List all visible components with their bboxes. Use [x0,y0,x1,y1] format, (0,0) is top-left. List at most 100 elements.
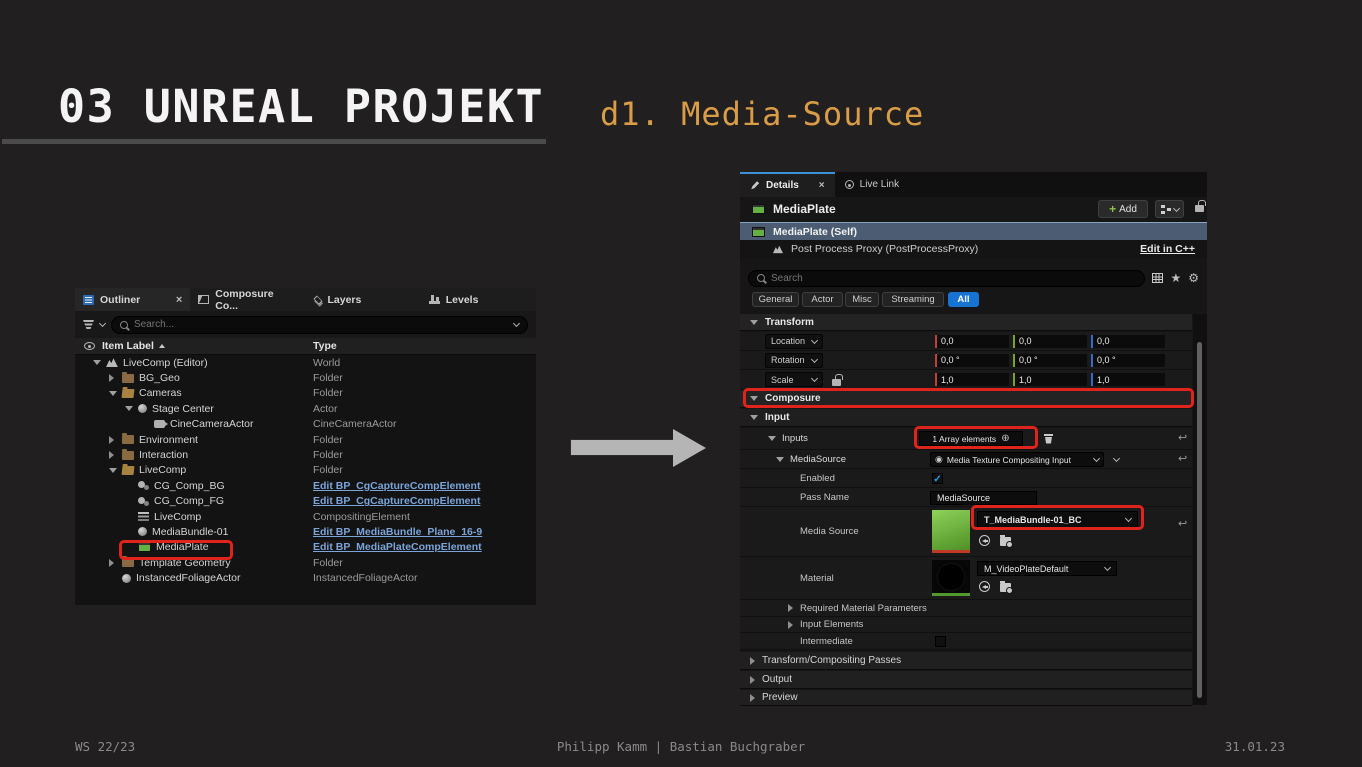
table-row[interactable]: InteractionFolder [75,447,536,462]
scale-axis-dropdown[interactable]: Scale [765,372,823,387]
section-transform[interactable]: Transform [740,314,1192,331]
table-row[interactable]: MediaBundle-01Edit BP_MediaBundle_Plane_… [75,524,536,539]
expand-arrow-icon[interactable] [768,436,776,441]
expand-arrow-icon[interactable] [109,374,117,382]
item-type[interactable]: Edit BP_CgCaptureCompElement [313,480,480,492]
scale-y-field[interactable]: 1,0 [1013,373,1087,386]
browse-to-asset-icon[interactable] [1000,583,1011,592]
reset-icon[interactable]: ↩ [1178,519,1187,530]
table-row[interactable]: Template GeometryFolder [75,555,536,570]
item-type[interactable]: Edit BP_MediaBundle_Plane_16-9 [313,526,482,538]
settings-gear-icon[interactable]: ⚙ [1188,272,1199,284]
tab-live-link[interactable]: Live Link [835,172,909,197]
row-required-material-parameters[interactable]: Required Material Parameters [740,600,1192,617]
expand-arrow-icon[interactable] [93,360,101,365]
section-composure[interactable]: Composure [740,390,1192,408]
table-row[interactable]: LiveCompFolder [75,463,536,478]
eye-icon[interactable] [84,342,95,350]
mediasource-type-dropdown[interactable]: ◉ Media Texture Compositing Input [930,452,1104,467]
rotation-y-field[interactable]: 0,0 ° [1013,354,1087,367]
expand-arrow-icon[interactable] [125,406,133,411]
expand-arrow-icon[interactable] [109,391,117,396]
details-search-input[interactable] [771,273,1136,284]
table-row[interactable]: CG_Comp_BGEdit BP_CgCaptureCompElement [75,478,536,493]
filter-chevron-icon[interactable] [99,320,106,327]
expand-arrow-icon[interactable] [109,559,117,567]
expand-arrow-icon[interactable] [788,621,793,629]
media-source-thumbnail[interactable] [932,510,970,553]
section-input[interactable]: Input [740,409,1192,427]
array-elements-field[interactable]: 1 Array elements ⊕ [919,431,1023,446]
tab-details[interactable]: Details × [740,172,835,197]
location-z-field[interactable]: 0,0 [1091,335,1165,348]
expand-arrow-icon[interactable] [109,451,117,459]
details-search-box[interactable] [748,270,1145,287]
table-row[interactable]: EnvironmentFolder [75,432,536,447]
location-axis-dropdown[interactable]: Location [765,334,823,349]
table-row[interactable]: LiveCompCompositingElement [75,509,536,524]
location-y-field[interactable]: 0,0 [1013,335,1087,348]
use-selected-asset-icon[interactable] [979,535,990,546]
edit-in-cpp-link[interactable]: Edit in C++ [1140,243,1195,255]
outliner-search-box[interactable] [111,316,528,334]
pass-name-field[interactable]: MediaSource [930,491,1037,505]
view-options-button[interactable] [1155,200,1184,218]
item-type[interactable]: Edit BP_CgCaptureCompElement [313,495,480,507]
add-element-icon[interactable]: ⊕ [1001,434,1009,444]
tab-outliner[interactable]: Outliner× [75,288,190,311]
favorites-star-icon[interactable]: ★ [1170,272,1181,284]
filter-actor[interactable]: Actor [802,292,843,307]
display-grid-icon[interactable] [1152,273,1163,283]
rotation-x-field[interactable]: 0,0 ° [935,354,1009,367]
expander-chevron-icon[interactable] [1113,454,1120,461]
post-process-proxy-row[interactable]: Post Process Proxy (PostProcessProxy) Ed… [740,240,1207,258]
search-input[interactable] [134,319,508,330]
tab-levels[interactable]: Levels [421,288,536,311]
filter-all[interactable]: All [948,292,979,307]
use-selected-asset-icon[interactable] [979,581,990,592]
column-item-label[interactable]: Item Label [102,340,154,352]
item-type[interactable]: Edit BP_MediaPlateCompElement [313,541,482,553]
section-preview[interactable]: Preview [740,690,1192,706]
lock-button[interactable] [1191,200,1207,218]
table-row[interactable]: CG_Comp_FGEdit BP_CgCaptureCompElement [75,494,536,509]
browse-to-asset-icon[interactable] [1000,537,1011,546]
expand-arrow-icon[interactable] [788,604,793,612]
table-row[interactable]: CineCameraActorCineCameraActor [75,417,536,432]
table-row[interactable]: MediaPlateEdit BP_MediaPlateCompElement [75,540,536,555]
expand-arrow-icon[interactable] [109,468,117,473]
rotation-z-field[interactable]: 0,0 ° [1091,354,1165,367]
tab-composure-co[interactable]: Composure Co... [190,288,305,311]
section-transform-compositing-passes[interactable]: Transform/Compositing Passes [740,652,1192,670]
location-x-field[interactable]: 0,0 [935,335,1009,348]
tab-layers[interactable]: Layers [306,288,421,311]
filter-misc[interactable]: Misc [845,292,879,307]
delete-elements-icon[interactable] [1044,434,1053,444]
reset-icon[interactable]: ↩ [1178,454,1187,465]
column-type[interactable]: Type [313,340,337,352]
add-button[interactable]: + Add [1098,200,1148,218]
filter-streaming[interactable]: Streaming [882,292,944,307]
table-row[interactable]: LiveComp (Editor)World [75,355,536,370]
scrollbar-thumb[interactable] [1197,342,1202,698]
scale-z-field[interactable]: 1,0 [1091,373,1165,386]
filter-general[interactable]: General [752,292,799,307]
table-row[interactable]: Stage CenterActor [75,401,536,416]
material-dropdown[interactable]: M_VideoPlateDefault [977,561,1117,576]
media-source-dropdown[interactable]: T_MediaBundle-01_BC [977,511,1138,528]
expand-arrow-icon[interactable] [776,457,784,462]
filter-icon[interactable] [83,320,94,329]
close-icon[interactable]: × [819,180,825,191]
intermediate-checkbox[interactable] [935,636,946,647]
search-chevron-icon[interactable] [513,320,520,327]
self-row[interactable]: MediaPlate (Self) [740,222,1207,240]
expand-arrow-icon[interactable] [109,436,117,444]
table-row[interactable]: InstancedFoliageActorInstancedFoliageAct… [75,570,536,585]
close-icon[interactable]: × [176,294,182,306]
scale-lock-icon[interactable] [832,379,841,386]
table-row[interactable]: BG_GeoFolder [75,370,536,385]
reset-icon[interactable]: ↩ [1178,433,1187,444]
material-thumbnail[interactable] [932,560,970,596]
section-output[interactable]: Output [740,671,1192,689]
row-input-elements[interactable]: Input Elements [740,617,1192,633]
